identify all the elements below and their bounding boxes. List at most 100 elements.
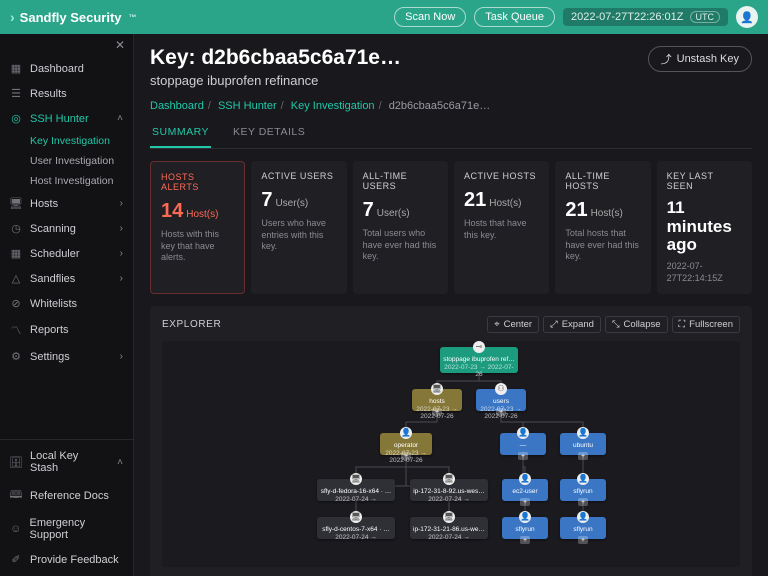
explorer-expand-button[interactable]: ⤢Expand [543,316,601,333]
node-expand-icon[interactable]: + [578,536,588,544]
node-expand-icon[interactable]: + [520,498,530,506]
graph-node[interactable]: 👤sflyrun+ [560,517,606,539]
stat-meta: Total hosts that have ever had this key. [565,228,640,263]
scan-now-button[interactable]: Scan Now [394,7,466,27]
nav-icon: ▦ [10,247,22,260]
graph-node[interactable]: 🖥ip-172-31-8-92.us-wes…2022-07-24 → [410,479,488,501]
node-label: sflyrun [563,488,603,495]
brand: › Sandfly Security™ [10,9,386,25]
crumb-ssh-hunter[interactable]: SSH Hunter [218,100,277,112]
stat-header: ALL-TIME HOSTS [565,171,640,191]
sidebar-sub-key-investigation[interactable]: Key Investigation [0,131,133,151]
explorer-center-button[interactable]: ⌖Center [487,316,539,333]
local-key-stash-header[interactable]: 🗄 Local Key Stash ˄ [0,444,133,480]
sidebar-item-hosts[interactable]: 🖥Hosts› [0,191,133,216]
stat-card: ACTIVE USERS7User(s)Users who have entri… [251,161,346,294]
brand-name: Sandfly Security [20,10,122,25]
nav-icon: 〽 [10,322,22,338]
stat-cards: HOSTS ALERTS14Host(s)Hosts with this key… [150,161,752,294]
nav-label: Results [30,88,67,100]
nav-label: Sandflies [30,273,75,285]
nav-label: Emergency Support [30,517,123,541]
node-type-icon: 🖥 [431,383,443,395]
sidebar-bottom-emergency-support[interactable]: ☺Emergency Support [0,511,133,547]
graph-node[interactable]: 👤sflyrun+ [502,517,548,539]
node-type-icon: 🖥 [443,473,455,485]
node-expand-icon[interactable]: + [401,452,411,460]
sidebar-item-results[interactable]: ☰ Results [0,81,133,106]
expand-icon: ⤢ [550,319,558,330]
node-label: users [479,398,523,405]
unstash-key-button[interactable]: ⤴ Unstash Key [648,46,752,72]
sidebar-item-dashboard[interactable]: ▦Dashboard [0,56,133,81]
sidebar-item-sandflies[interactable]: △Sandflies› [0,266,133,291]
crumb-key-investigation[interactable]: Key Investigation [291,100,375,112]
sidebar-item-scanning[interactable]: ◷Scanning› [0,216,133,241]
clock-tz: UTC [690,11,721,23]
node-label: — [503,442,543,449]
graph-node[interactable]: 🖥ip-172-31-21-86.us-we…2022-07-24 → [410,517,488,539]
sidebar-bottom-reference-docs[interactable]: 🕮Reference Docs [0,480,133,511]
user-avatar[interactable]: 👤 [736,6,758,28]
nav-icon: 🖥 [10,197,22,210]
explorer-title: EXPLORER [162,319,221,330]
sidebar-item-scheduler[interactable]: ▦Scheduler› [0,241,133,266]
graph-node[interactable]: 👤ubuntu+ [560,433,606,455]
graph-node[interactable]: 👤operator2022-07-23 → 2022-07-26+ [380,433,432,455]
node-expand-icon[interactable]: + [432,408,442,416]
nav-label: Reports [30,324,69,336]
node-label: ip-172-31-21-86.us-we… [413,526,485,533]
node-type-icon: 👤 [400,427,412,439]
node-expand-icon[interactable]: + [496,408,506,416]
sidebar-item-whitelists[interactable]: ⊘Whitelists [0,291,133,316]
nav-label: Reference Docs [30,490,109,502]
graph-node[interactable]: 👤ec2-user+ [502,479,548,501]
node-label: ubuntu [563,442,603,449]
sidebar-collapse-icon[interactable]: ✕ [0,34,133,56]
nav-icon: ☰ [10,87,22,100]
sidebar-item-ssh-hunter[interactable]: ◎SSH Hunter˄ [0,106,133,131]
explorer-collapse-button[interactable]: ⤡Collapse [605,316,668,333]
sidebar-item-reports[interactable]: 〽 Reports [0,316,133,344]
crumb-dashboard[interactable]: Dashboard [150,100,204,112]
explorer-graph[interactable]: ⊸stoppage ibuprofen ref…2022-07-23 → 202… [162,341,740,567]
graph-node[interactable]: 👤sflyrun+ [560,479,606,501]
node-type-icon: 👤 [519,473,531,485]
stat-header: KEY LAST SEEN [667,171,742,191]
node-label: operator [383,442,429,449]
graph-node[interactable]: 🖥hosts2022-07-23 → 2022-07-26+ [412,389,462,411]
explorer-fullscreen-button[interactable]: ⛶Fullscreen [672,316,740,333]
nav-label: Scanning [30,223,76,235]
graph-node[interactable]: ⊸stoppage ibuprofen ref…2022-07-23 → 202… [440,347,518,373]
node-expand-icon[interactable]: + [578,452,588,460]
nav-icon: △ [10,272,22,285]
node-sub: 2022-07-23 → 2022-07-26 [443,364,515,378]
graph-node[interactable]: ⚇users2022-07-23 → 2022-07-26+ [476,389,526,411]
task-queue-button[interactable]: Task Queue [474,7,555,27]
tab-summary[interactable]: SUMMARY [150,126,211,148]
stat-unit: Host(s) [186,209,218,220]
sidebar-sub-user-investigation[interactable]: User Investigation [0,151,133,171]
sidebar-sub-host-investigation[interactable]: Host Investigation [0,171,133,191]
node-sub: 2022-07-24 → [413,496,485,503]
stat-card: HOSTS ALERTS14Host(s)Hosts with this key… [150,161,245,294]
node-sub: 2022-07-24 → [320,534,392,541]
node-expand-icon[interactable]: + [578,498,588,506]
tab-key-details[interactable]: KEY DETAILS [231,126,307,148]
stat-header: HOSTS ALERTS [161,172,234,192]
sidebar-item-settings[interactable]: ⚙Settings› [0,344,133,369]
graph-node[interactable]: 🖥sfly-d-centos-7-x64 · …2022-07-24 → [317,517,395,539]
nav-label: Hosts [30,198,58,210]
graph-node[interactable]: 👤—+ [500,433,546,455]
node-expand-icon[interactable]: + [518,452,528,460]
stat-value: 11 minutes ago [667,199,742,255]
sidebar-bottom-provide-feedback[interactable]: ✐Provide Feedback [0,547,133,572]
center-icon: ⌖ [494,319,499,330]
node-expand-icon[interactable]: + [520,536,530,544]
graph-node[interactable]: 🖥sfly-d-fedora-16-x64 · …2022-07-24 → [317,479,395,501]
unstash-icon: ⤴ [661,51,672,67]
stat-header: ACTIVE USERS [261,171,336,181]
node-sub: 2022-07-24 → [413,534,485,541]
clock-time: 2022-07-27T22:26:01Z [571,11,684,23]
chevron-up-icon: ˄ [117,457,123,468]
